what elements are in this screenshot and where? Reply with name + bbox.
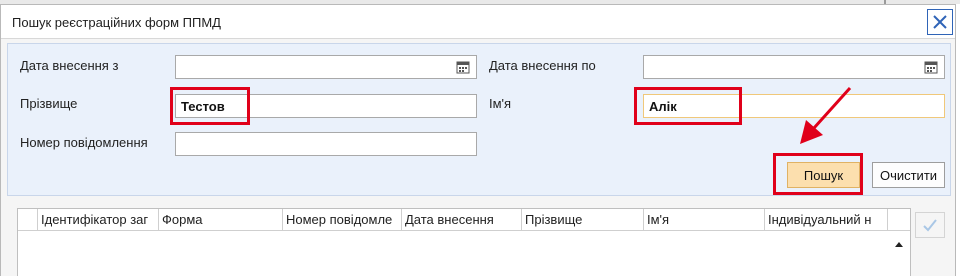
clear-button[interactable]: Очистити: [872, 162, 945, 188]
scroll-up-arrow-icon[interactable]: [895, 242, 903, 247]
table-scrollbar[interactable]: [888, 231, 910, 276]
column-header-identifier[interactable]: Ідентифікатор заг: [38, 209, 159, 231]
table-header: Ідентифікатор заг Форма Номер повідомле …: [18, 209, 910, 231]
close-icon: [933, 15, 947, 29]
surname-highlight-box: [170, 87, 250, 125]
name-label: Ім'я: [489, 96, 512, 111]
row-selector-header: [18, 209, 38, 231]
checkmark-icon: [923, 219, 937, 232]
column-header-individual-number[interactable]: Індивідуальний н: [765, 209, 888, 231]
results-table: Ідентифікатор заг Форма Номер повідомле …: [17, 208, 911, 276]
message-number-label: Номер повідомлення: [20, 135, 148, 150]
date-to-field[interactable]: [643, 55, 945, 79]
date-to-label: Дата внесення по: [489, 58, 596, 73]
close-button[interactable]: [927, 9, 953, 35]
column-header-form[interactable]: Форма: [159, 209, 283, 231]
calendar-icon[interactable]: [456, 60, 470, 74]
date-from-label: Дата внесення з: [20, 58, 119, 73]
calendar-icon[interactable]: [924, 60, 938, 74]
date-from-field[interactable]: [175, 55, 477, 79]
dialog-title: Пошук реєстраційних форм ППМД: [12, 15, 221, 30]
search-highlight-box: [773, 153, 863, 195]
column-header-name[interactable]: Ім'я: [644, 209, 765, 231]
column-header-message-number[interactable]: Номер повідомле: [283, 209, 402, 231]
search-dialog: Пошук реєстраційних форм ППМД Дата внесе…: [0, 4, 956, 276]
dialog-titlebar: Пошук реєстраційних форм ППМД: [1, 5, 955, 39]
name-highlight-box: [634, 87, 742, 125]
message-number-field[interactable]: [175, 132, 477, 156]
column-header-entry-date[interactable]: Дата внесення: [402, 209, 522, 231]
apply-button[interactable]: [915, 212, 945, 238]
column-header-surname[interactable]: Прізвище: [522, 209, 644, 231]
surname-label: Прізвище: [20, 96, 78, 111]
